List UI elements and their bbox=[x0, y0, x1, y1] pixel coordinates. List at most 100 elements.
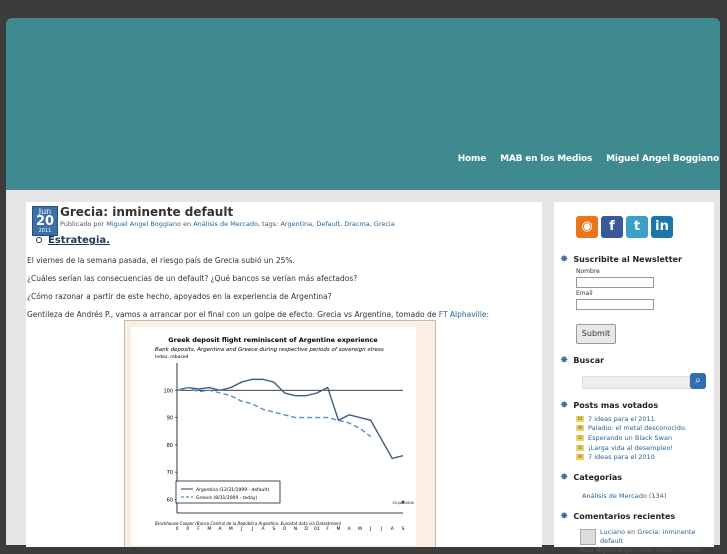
meta-published: Publicado por bbox=[60, 220, 105, 228]
x-tick-label: N bbox=[294, 526, 297, 532]
date-day: 20 bbox=[35, 214, 55, 229]
end-point-label: 15-Jun-2004 bbox=[392, 501, 414, 505]
list-item[interactable]: 54 7 ideas para el 2011 bbox=[576, 414, 687, 424]
star-icon: ✸ bbox=[560, 355, 569, 366]
search-button-icon[interactable]: ⌕ bbox=[690, 373, 706, 389]
vote-badge: 35 bbox=[576, 444, 584, 451]
search-heading: ✸ Buscar bbox=[560, 355, 604, 366]
meta-in: en bbox=[183, 220, 192, 228]
list-item-link[interactable]: ¡Larga vida al desempleo! bbox=[588, 444, 673, 452]
x-tick-label: 01 bbox=[314, 526, 320, 532]
y-tick-label: 70 bbox=[167, 470, 173, 476]
paragraph-4: Gentileza de Andrés P., vamos a arrancar… bbox=[27, 310, 489, 319]
vote-badge: 54 bbox=[576, 415, 584, 422]
list-item[interactable]: 40 Paladio: el metal desconocido. bbox=[576, 424, 687, 434]
categories-title: Categorias bbox=[573, 473, 622, 482]
bullet-icon bbox=[36, 237, 42, 243]
site-header bbox=[6, 18, 720, 190]
x-tick-label: O bbox=[283, 526, 287, 532]
list-item-link[interactable]: Paladio: el metal desconocido. bbox=[588, 424, 687, 432]
submit-button[interactable]: Submit bbox=[576, 324, 616, 344]
x-tick-label: S bbox=[402, 526, 405, 532]
x-tick-label: J bbox=[240, 526, 242, 532]
comment-snippet: Hola Miguel Angel como andas? muchas bbox=[580, 547, 702, 554]
ft-alphaville-link[interactable]: FT Alphaville bbox=[439, 310, 487, 319]
star-icon: ✸ bbox=[560, 511, 569, 522]
x-tick-label: D bbox=[304, 526, 308, 532]
category-item: Análisis de Mercado (134) bbox=[582, 492, 666, 500]
x-tick-label: J bbox=[251, 526, 253, 532]
categories-heading: ✸ Categorias bbox=[560, 472, 622, 483]
section-link-text[interactable]: Estrategia. bbox=[48, 235, 110, 246]
x-tick-label: 0 bbox=[176, 526, 179, 532]
facebook-icon[interactable]: f bbox=[601, 216, 623, 238]
vote-badge: 32 bbox=[576, 434, 584, 441]
x-tick-label: M bbox=[336, 526, 340, 532]
star-icon: ✸ bbox=[560, 400, 569, 411]
x-tick-label: J bbox=[380, 526, 382, 532]
list-item[interactable]: 32 Esperando un Black Swan bbox=[576, 433, 687, 443]
chart-ylabel: Index, rebased bbox=[155, 354, 188, 360]
list-item[interactable]: 30 7 ideas para el 2010 bbox=[576, 452, 687, 462]
tag-link[interactable]: Grecia bbox=[374, 220, 395, 228]
y-tick-label: 60 bbox=[167, 497, 173, 503]
comments-heading: ✸ Comentarios recientes bbox=[560, 511, 675, 522]
deposit-chart: Greek deposit flight reminiscent of Arge… bbox=[131, 327, 416, 545]
x-tick-label: 0 bbox=[186, 526, 189, 532]
sidebar: ◉ f t in ✸ Suscribite al Newsletter Nombre E… bbox=[554, 202, 714, 554]
search-title: Buscar bbox=[573, 356, 605, 365]
post-title[interactable]: Grecia: inminente default bbox=[60, 205, 233, 219]
tag-link[interactable]: Default bbox=[316, 220, 340, 228]
x-tick-label: J bbox=[369, 526, 371, 532]
comments-title: Comentarios recientes bbox=[573, 512, 676, 521]
chart-subtitle: Bank deposits, Argentina and Greece duri… bbox=[155, 347, 384, 353]
post-meta: Publicado por Miguel Angel Boggiano en A… bbox=[60, 220, 395, 228]
avatar bbox=[580, 529, 596, 545]
top-voted-title: Posts mas votados bbox=[573, 401, 659, 410]
tag-link[interactable]: Dracma bbox=[344, 220, 370, 228]
chart-figure: Greek deposit flight reminiscent of Arge… bbox=[124, 320, 436, 547]
x-tick-label: F bbox=[197, 526, 200, 532]
legend-label: Argentina (12/31/1999 - default) bbox=[196, 487, 269, 493]
category-count: (134) bbox=[648, 492, 667, 500]
post-date-badge: Jun 20 2011 bbox=[32, 206, 58, 236]
meta-category-link[interactable]: Análisis de Mercado bbox=[193, 220, 258, 228]
search-input[interactable] bbox=[582, 376, 690, 389]
twitter-icon[interactable]: t bbox=[626, 216, 648, 238]
x-tick-label: M bbox=[358, 526, 362, 532]
vote-badge: 30 bbox=[576, 454, 584, 461]
chart-title: Greek deposit flight reminiscent of Arge… bbox=[168, 336, 378, 344]
nav-home[interactable]: Home bbox=[458, 154, 487, 164]
nav-author[interactable]: Miguel Angel Boggiano bbox=[606, 154, 719, 164]
x-tick-label: S bbox=[272, 526, 275, 532]
post-content: Jun 20 2011 Grecia: inminente default Pu… bbox=[26, 202, 542, 547]
comment-item: Luciano en Grecia: inminente default bbox=[600, 528, 710, 546]
tag-link[interactable]: Argentina bbox=[280, 220, 312, 228]
list-item[interactable]: 35 ¡Larga vida al desempleo! bbox=[576, 443, 687, 453]
main-nav: Home MAB en los Medios Miguel Angel Bogg… bbox=[458, 154, 719, 164]
newsletter-title: Suscribite al Newsletter bbox=[573, 255, 682, 264]
y-tick-label: 80 bbox=[167, 443, 173, 449]
name-input[interactable] bbox=[576, 277, 654, 288]
name-label: Nombre bbox=[576, 268, 600, 275]
star-icon: ✸ bbox=[560, 254, 569, 265]
meta-tags-label: , tags: bbox=[258, 220, 279, 228]
legend-label: Greece (8/31/2009 - today) bbox=[196, 495, 258, 501]
y-tick-label: 100 bbox=[163, 388, 173, 394]
social-links: ◉ f t in bbox=[576, 216, 673, 238]
nav-mab-medios[interactable]: MAB en los Medios bbox=[500, 154, 592, 164]
linkedin-icon[interactable]: in bbox=[651, 216, 673, 238]
comment-author[interactable]: Luciano bbox=[600, 528, 625, 536]
comment-in: en bbox=[627, 528, 636, 536]
email-input[interactable] bbox=[576, 299, 654, 310]
list-item-link[interactable]: Esperando un Black Swan bbox=[588, 434, 672, 442]
top-voted-list: 54 7 ideas para el 2011 40 Paladio: el meta… bbox=[576, 414, 687, 462]
list-item-link[interactable]: 7 ideas para el 2010 bbox=[588, 453, 655, 461]
x-tick-label: M bbox=[207, 526, 211, 532]
section-link-strategy[interactable]: Estrategia. bbox=[36, 235, 110, 246]
list-item-link[interactable]: 7 ideas para el 2011 bbox=[588, 415, 655, 423]
category-link[interactable]: Análisis de Mercado bbox=[582, 492, 647, 500]
rss-icon[interactable]: ◉ bbox=[576, 216, 598, 238]
meta-author-link[interactable]: Miguel Angel Boggiano bbox=[106, 220, 181, 228]
newsletter-heading: ✸ Suscribite al Newsletter bbox=[560, 254, 682, 265]
